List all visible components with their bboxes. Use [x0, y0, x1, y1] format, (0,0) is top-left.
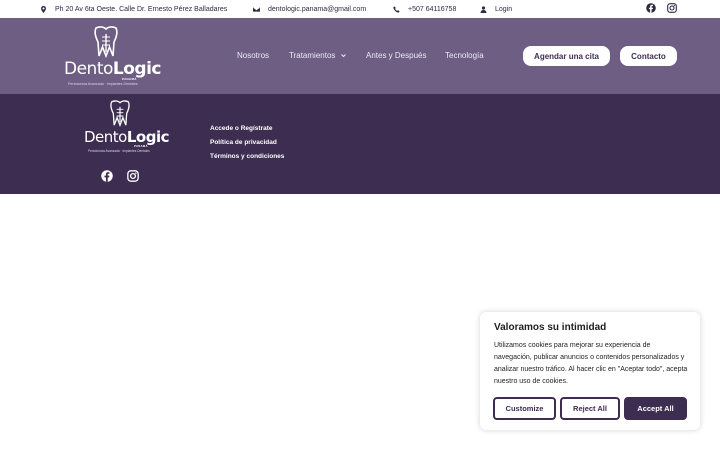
brand-name-light: Dento [64, 59, 113, 79]
footer-brand-name-light: Dento [84, 128, 127, 146]
site-footer: DentoLogic PANAMÁ Periodoncia Avanzada ·… [0, 94, 720, 194]
envelope-icon [253, 6, 260, 12]
customize-button[interactable]: Customize [493, 397, 556, 420]
user-icon [480, 5, 487, 13]
instagram-icon[interactable] [667, 3, 677, 13]
brand-tagline: Periodoncia Avanzada · Implantes Dentale… [68, 82, 138, 86]
footer-link-login-register[interactable]: Accede o Regístrate [210, 125, 273, 132]
book-appointment-button[interactable]: Agendar una cita [523, 46, 610, 66]
accept-all-button[interactable]: Accept All [624, 397, 687, 420]
address-text: Ph 20 Av 6ta Oeste. Calle Dr. Ernesto Pé… [55, 5, 228, 13]
footer-brand-country: PANAMÁ [134, 144, 148, 148]
footer-brand-wordmark: DentoLogic [84, 128, 170, 146]
brand-name-bold: Logic [112, 59, 162, 79]
facebook-icon[interactable] [646, 3, 656, 13]
nav-item-antes-y-despues[interactable]: Antes y Después [366, 51, 426, 60]
tooth-logo-icon [110, 100, 130, 127]
tooth-logo-icon [94, 26, 118, 58]
header-logo[interactable]: DentoLogic PANAMÁ Periodoncia Avanzada ·… [64, 26, 161, 88]
nav-item-tecnologia[interactable]: Tecnología [445, 51, 484, 60]
phone-icon [393, 5, 400, 13]
login-link[interactable]: Login [495, 6, 512, 13]
location-pin-icon [41, 5, 46, 13]
cookie-message: Utilizamos cookies para mejorar su exper… [494, 342, 688, 385]
login-item[interactable]: Login [480, 0, 512, 18]
main-navigation: DentoLogic PANAMÁ Periodoncia Avanzada ·… [0, 18, 720, 94]
footer-brand-tagline: Periodoncia Avanzada · Implantes Dentale… [88, 149, 150, 153]
facebook-icon[interactable] [101, 170, 113, 182]
top-info-bar: Ph 20 Av 6ta Oeste. Calle Dr. Ernesto Pé… [0, 0, 720, 18]
reject-all-button[interactable]: Reject All [560, 397, 620, 420]
nav-item-tratamientos[interactable]: Tratamientos [289, 51, 347, 60]
nav-item-nosotros[interactable]: Nosotros [237, 51, 269, 60]
nav-item-tratamientos-label: Tratamientos [289, 51, 336, 60]
email-item[interactable]: dentologic.panama@gmail.com [253, 0, 366, 18]
cookie-consent-banner: Valoramos su intimidad Utilizamos cookie… [480, 312, 700, 430]
brand-country: PANAMÁ [122, 77, 137, 81]
address-item: Ph 20 Av 6ta Oeste. Calle Dr. Ernesto Pé… [40, 0, 227, 18]
footer-link-terms[interactable]: Términos y condiciones [210, 153, 284, 160]
phone-link[interactable]: +507 64116758 [408, 6, 456, 13]
phone-item[interactable]: +507 64116758 [393, 0, 456, 18]
instagram-icon[interactable] [127, 170, 139, 182]
brand-wordmark: DentoLogic [64, 59, 161, 79]
topbar-social [646, 3, 677, 13]
contact-button[interactable]: Contacto [620, 46, 677, 66]
email-link[interactable]: dentologic.panama@gmail.com [268, 6, 366, 13]
footer-link-privacy[interactable]: Política de privacidad [210, 139, 277, 146]
footer-logo[interactable]: DentoLogic PANAMÁ Periodoncia Avanzada ·… [84, 100, 170, 156]
chevron-down-icon [341, 54, 347, 58]
cookie-title: Valoramos su intimidad [494, 322, 607, 333]
